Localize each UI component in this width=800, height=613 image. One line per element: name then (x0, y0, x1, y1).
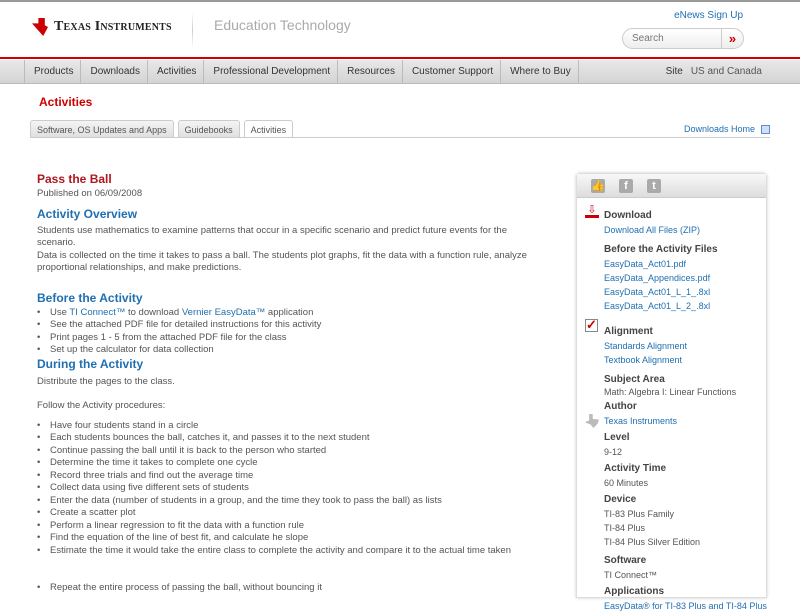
facebook-icon[interactable]: f (619, 178, 633, 193)
overview-heading: Activity Overview (37, 206, 138, 221)
device-value: TI-83 Plus Family (604, 509, 675, 519)
list-item: Collect data using five different sets o… (37, 482, 527, 495)
ti-logo-icon (32, 18, 48, 36)
activity-title: Pass the Ball (37, 172, 112, 186)
published-date: Published on 06/09/2008 (37, 188, 143, 199)
ti-connect-link[interactable]: TI Connect™ (69, 307, 125, 318)
nav-customer-support[interactable]: Customer Support (401, 59, 500, 84)
overview-text: Students use mathematics to examine patt… (37, 224, 507, 249)
subject-heading: Subject Area (604, 374, 665, 385)
texas-state-icon (585, 414, 599, 428)
list-item: Determine the time it takes to complete … (37, 457, 527, 470)
time-heading: Activity Time (604, 463, 667, 474)
list-item: Record three trials and find out the ave… (37, 470, 527, 483)
activity-content: Pass the Ball Published on 06/09/2008 Ac… (37, 172, 527, 595)
search-go-button[interactable]: » (721, 29, 743, 48)
main-nav: Products Downloads Activities Profession… (0, 59, 800, 84)
list-item: Use TI Connect™ to download Vernier Easy… (37, 307, 527, 320)
tabs: Software, OS Updates and Apps Guidebooks… (30, 120, 294, 138)
tab-underline (30, 137, 770, 138)
search-input[interactable]: Search (623, 33, 721, 44)
enews-signup-link[interactable]: eNews Sign Up (674, 10, 743, 21)
file-link[interactable]: EasyData_Act01_L_1_.8xl (604, 285, 769, 299)
checkbox-icon: ✓ (585, 317, 598, 332)
device-value: TI-84 Plus (604, 523, 646, 533)
time-value: 60 Minutes (604, 478, 649, 488)
easydata-link[interactable]: Vernier EasyData™ (182, 307, 265, 318)
alignment-heading: Alignment (604, 326, 653, 337)
device-value: TI-84 Plus Silver Edition (604, 537, 701, 547)
downloads-home-link[interactable]: Downloads Home (684, 124, 770, 134)
author-link[interactable]: Texas Instruments (604, 414, 769, 428)
file-link[interactable]: EasyData_Act01_L_2_.8xl (604, 299, 769, 313)
standards-alignment-link[interactable]: Standards Alignment (604, 339, 769, 353)
list-item: Set up the calculator for data collectio… (37, 344, 527, 357)
list-item: Perform a linear regression to fit the d… (37, 520, 527, 533)
distribute-text: Distribute the pages to the class. (37, 375, 175, 387)
download-all-link[interactable]: Download All Files (ZIP) (604, 223, 769, 237)
list-item: Create a scatter plot (37, 507, 527, 520)
device-heading: Device (604, 494, 637, 505)
list-item: Continue passing the ball until it is ba… (37, 445, 527, 458)
software-heading: Software (604, 555, 647, 566)
download-heading: Download (604, 210, 652, 221)
tab-guidebooks[interactable]: Guidebooks (177, 120, 240, 137)
list-item: Repeat the entire process of passing the… (37, 582, 527, 595)
page-heading: Activities (39, 95, 93, 109)
subject-value: Math: Algebra I: Linear Functions (604, 387, 737, 397)
list-item: Find the equation of the line of best fi… (37, 532, 527, 545)
list-item: Have four students stand in a circle (37, 420, 527, 433)
list-item: Estimate the time it would take the enti… (37, 545, 527, 558)
nav-resources[interactable]: Resources (337, 59, 402, 84)
level-heading: Level (604, 432, 630, 443)
top-border (0, 0, 800, 2)
file-link[interactable]: EasyData_Appendices.pdf (604, 271, 769, 285)
divider (192, 12, 193, 48)
nav-products[interactable]: Products (24, 59, 80, 84)
nav-activities[interactable]: Activities (146, 59, 203, 84)
before-heading: Before the Activity (37, 290, 143, 305)
follow-text: Follow the Activity procedures: (37, 400, 166, 411)
software-value: TI Connect™ (604, 570, 658, 580)
apps-heading: Applications (604, 586, 665, 597)
files-heading: Before the Activity Files (604, 244, 718, 255)
twitter-icon[interactable]: t (647, 178, 661, 193)
list-item: See the attached PDF file for detailed i… (37, 319, 527, 332)
list-item: Enter the data (number of students in a … (37, 495, 527, 508)
during-heading: During the Activity (37, 356, 144, 371)
apps-link[interactable]: EasyData® for TI-83 Plus and TI-84 Plus (604, 599, 769, 613)
list-item: Print pages 1 - 5 from the attached PDF … (37, 332, 527, 345)
home-icon (761, 124, 770, 134)
site-selector[interactable]: Site US and Canada (666, 60, 762, 84)
share-bar: 👍 f t (577, 174, 766, 198)
textbook-alignment-link[interactable]: Textbook Alignment (604, 353, 769, 367)
ti-logo[interactable]: Texas Instruments (32, 18, 172, 36)
section-title: Education Technology (214, 17, 351, 33)
overview-text: Data is collected on the time it takes t… (37, 249, 527, 274)
list-item: Each students bounces the ball, catches … (37, 432, 527, 445)
download-icon: ⇩ (585, 205, 599, 218)
nav-professional-development[interactable]: Professional Development (203, 59, 337, 84)
nav-downloads[interactable]: Downloads (80, 59, 146, 84)
like-icon[interactable]: 👍 (591, 178, 605, 193)
author-heading: Author (604, 401, 637, 412)
tab-activities[interactable]: Activities (243, 120, 294, 138)
activity-sidebar: 👍 f t ⇩ Download Download All Files (ZIP) … (576, 173, 769, 611)
tab-software[interactable]: Software, OS Updates and Apps (30, 120, 174, 137)
nav-where-to-buy[interactable]: Where to Buy (500, 59, 579, 84)
file-link[interactable]: EasyData_Act01.pdf (604, 257, 769, 271)
search-box[interactable]: Search» (622, 28, 744, 49)
level-value: 9-12 (604, 447, 623, 457)
